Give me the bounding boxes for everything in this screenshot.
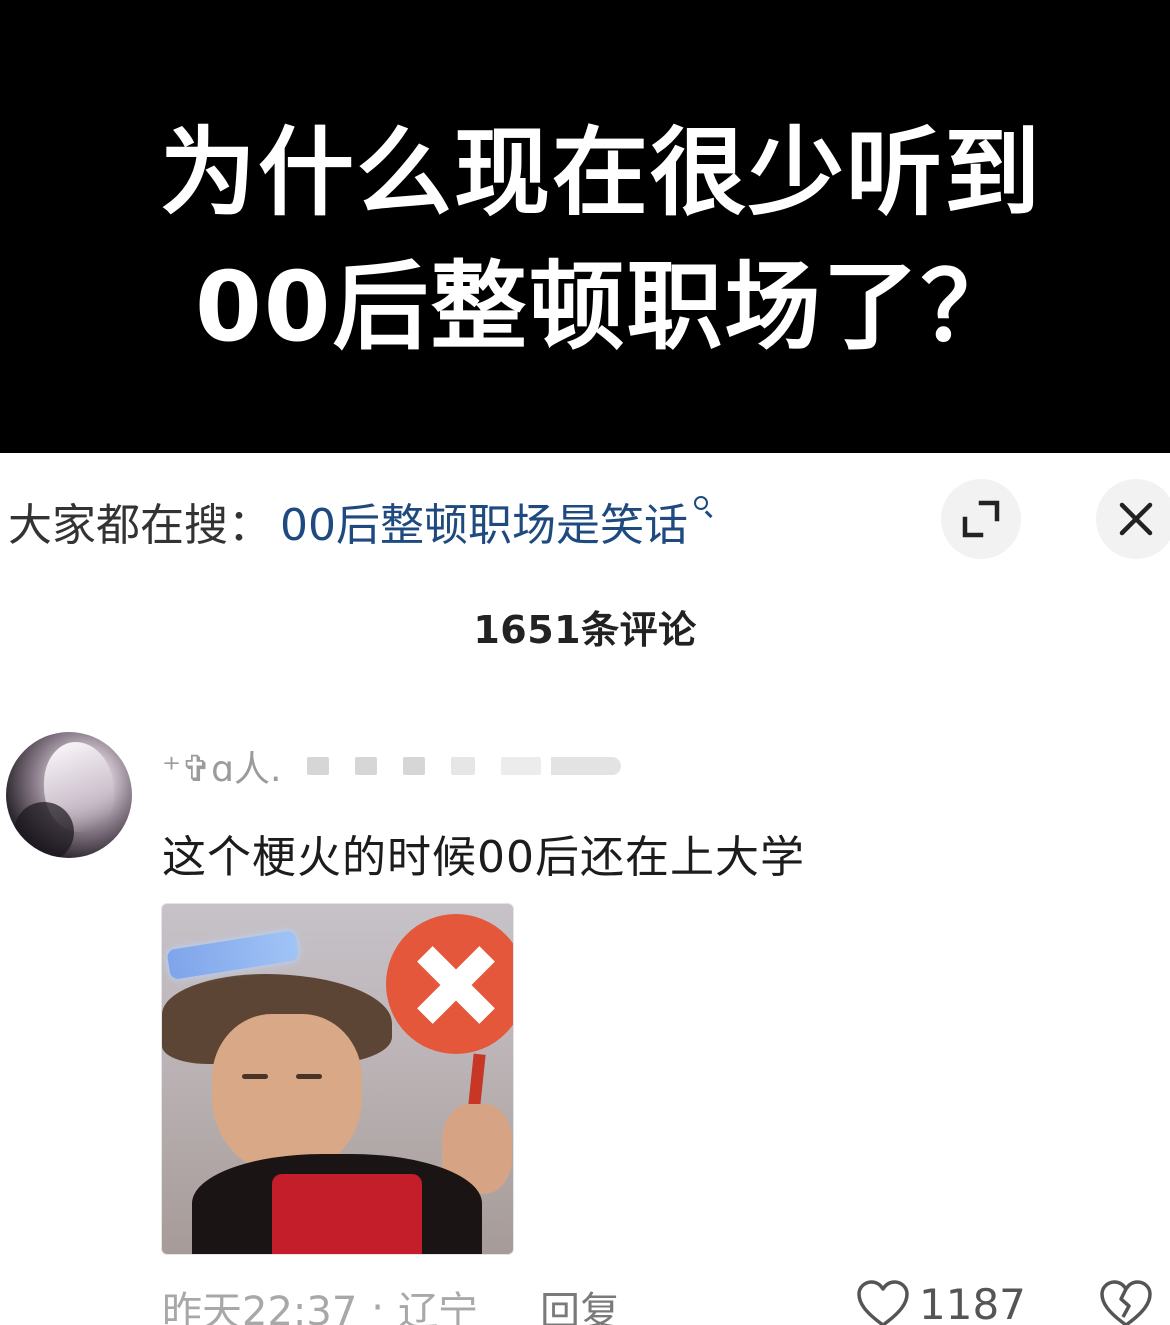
trending-search-label: 大家都在搜： [8,500,272,551]
blurred-name-block [451,757,476,775]
close-button[interactable] [1096,479,1170,559]
banner-title-line-1: 为什么现在很少听到 [160,117,1042,229]
heart-icon [857,1280,909,1325]
avatar[interactable] [6,732,132,858]
comment-location: 辽宁 [398,1289,478,1325]
blurred-name-block [355,757,378,775]
comment-footer: 昨天22:37 · 辽宁 回复 [162,1281,620,1325]
reply-button[interactable]: 回复 [540,1279,620,1325]
like-button[interactable]: 1187 [855,1279,1026,1325]
comment-count: 1651条评论 [473,608,697,652]
broken-heart-icon [1100,1280,1152,1325]
blurred-name-block [403,757,426,775]
trending-search-link[interactable]: 00后整顿职场是笑话 [280,489,688,553]
close-icon [1119,502,1153,536]
blurred-name-block [551,757,622,775]
expand-icon [962,500,1000,538]
like-count: 1187 [919,1279,1026,1325]
meta-separator: · [371,1285,384,1325]
comment-meme-image[interactable] [161,903,514,1255]
comment-text: 这个梗火的时候00后还在上大学 [162,832,805,883]
blurred-name-block [307,757,330,775]
expand-button[interactable] [941,479,1021,559]
dislike-button[interactable] [1098,1279,1154,1325]
search-icon[interactable] [692,494,716,524]
trending-search-bar: 大家都在搜： 00后整顿职场是笑话 [8,489,716,553]
comment-time: 昨天22:37 [162,1289,358,1325]
comment-username[interactable]: ⁺✞ɑ人. [162,743,622,790]
title-banner: 为什么现在很少听到 00后整顿职场了？ [0,0,1170,453]
comments-sheet: 大家都在搜： 00后整顿职场是笑话 1651条评论 ⁺✞ɑ人. 这个梗火的时候0… [0,453,1170,1325]
blurred-name-block [501,757,542,775]
username-text: ⁺✞ɑ人. [162,749,282,790]
banner-title-line-2: 00后整顿职场了？ [195,251,1019,363]
